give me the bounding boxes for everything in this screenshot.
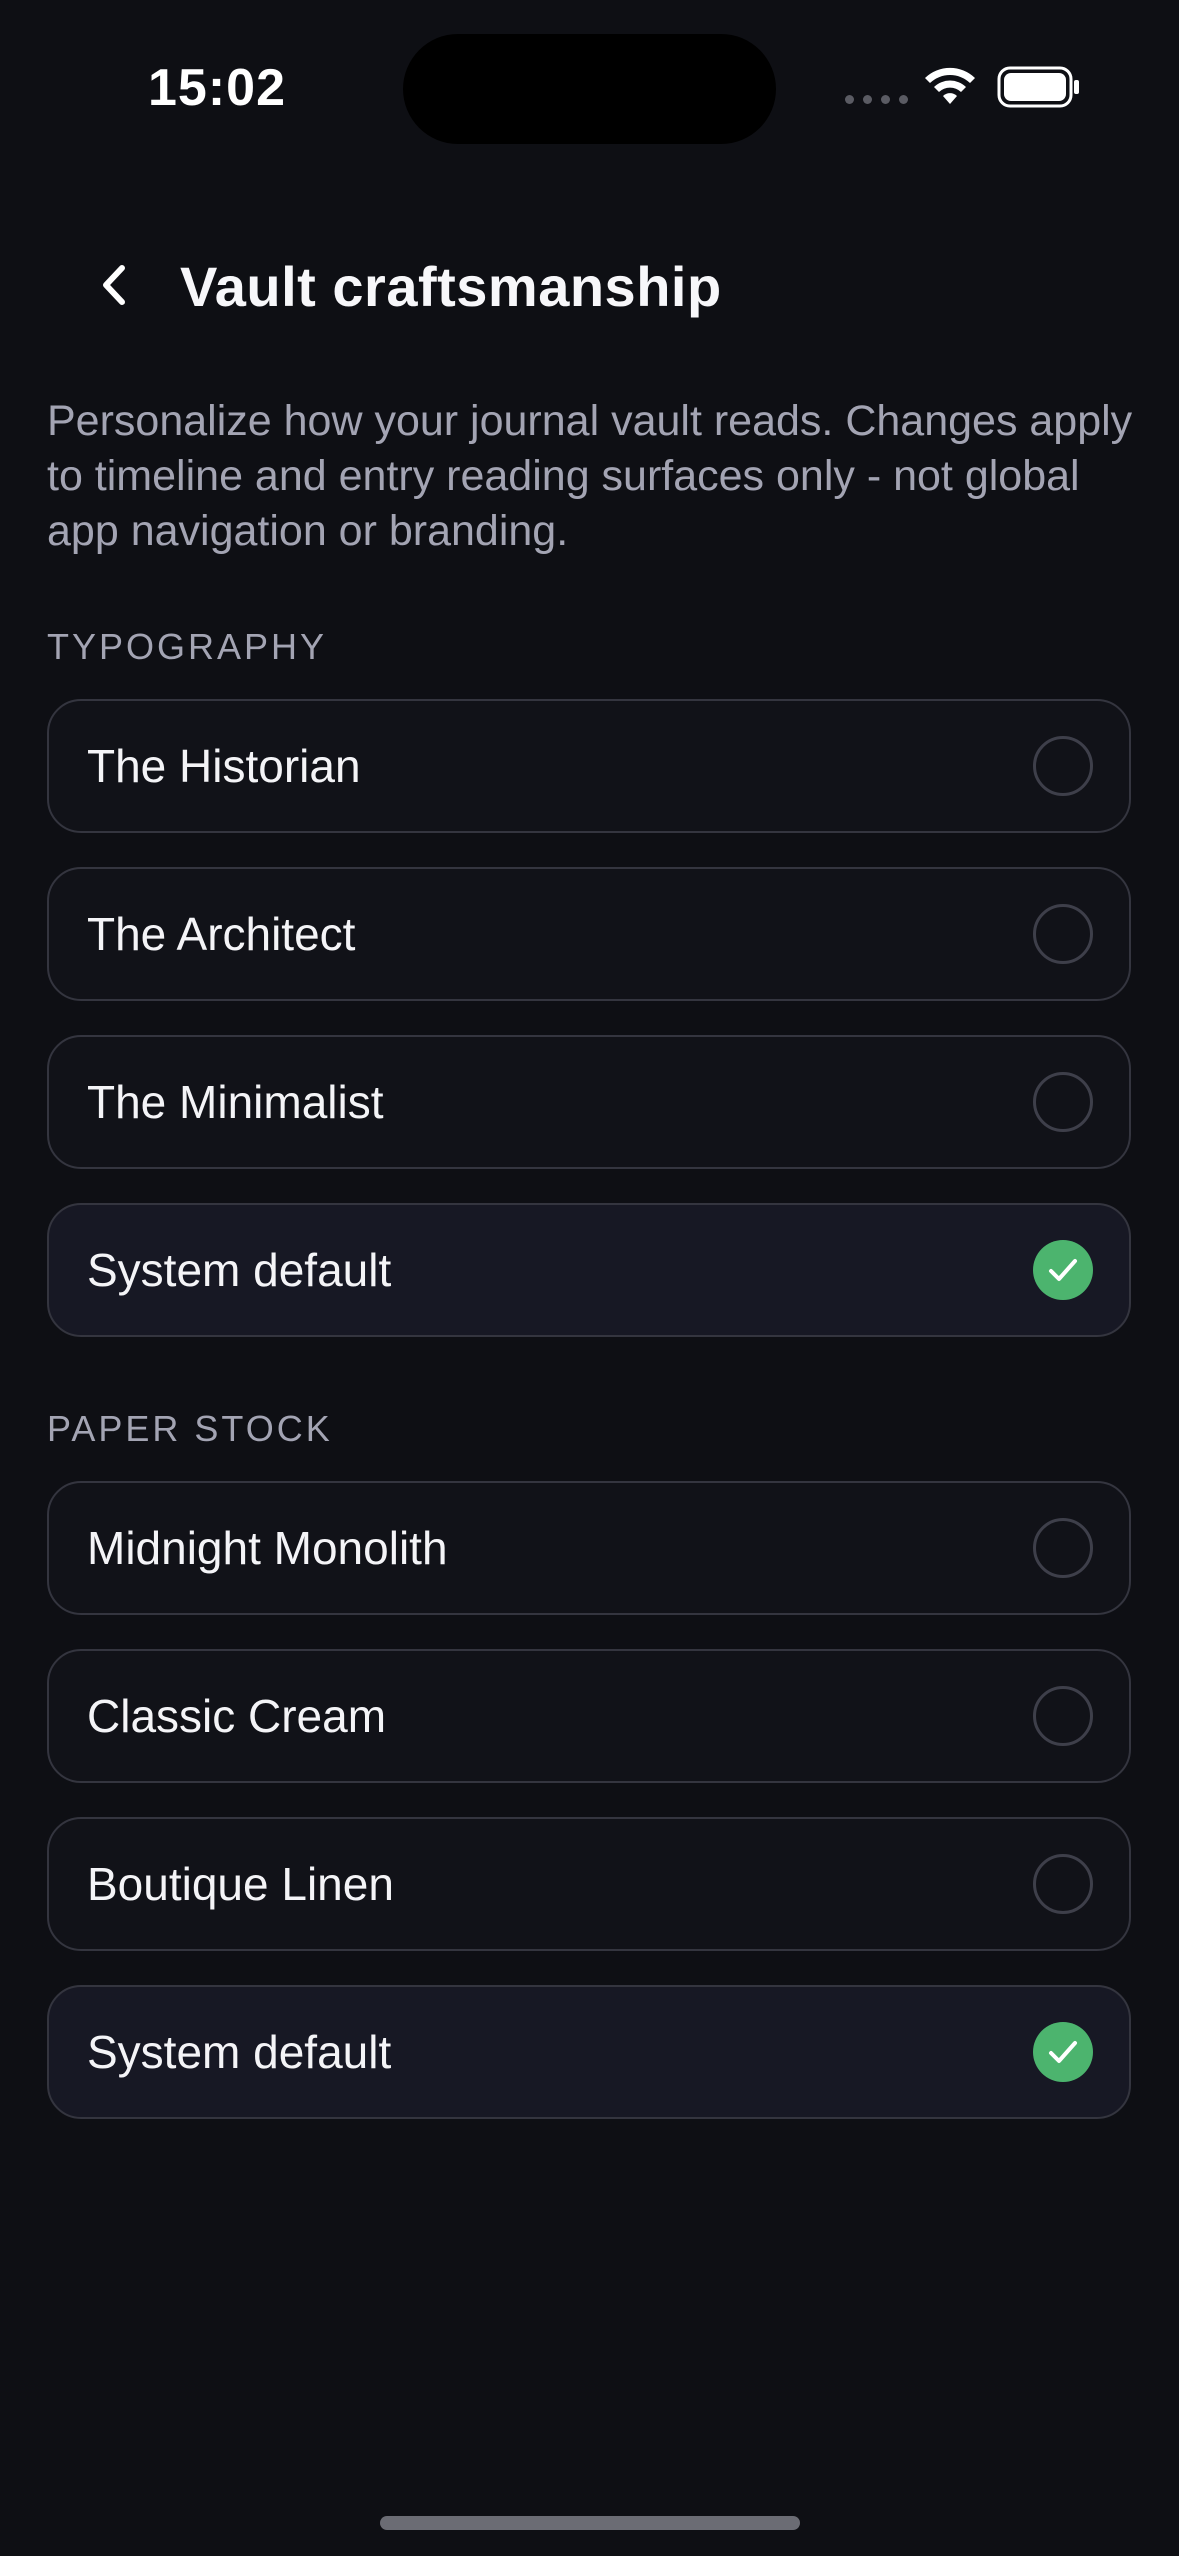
battery-icon	[997, 66, 1079, 108]
option-typography-system-default[interactable]: System default	[47, 1203, 1131, 1337]
status-time: 15:02	[148, 59, 286, 117]
option-label: The Architect	[87, 908, 356, 960]
chevron-left-icon	[103, 265, 125, 305]
option-label: System default	[87, 1244, 392, 1296]
option-label: Classic Cream	[87, 1690, 387, 1742]
radio-unchecked-icon	[1033, 904, 1093, 964]
option-label: The Historian	[87, 740, 361, 792]
page-title: Vault craftsmanship	[180, 255, 722, 318]
radio-unchecked-icon	[1033, 1854, 1093, 1914]
nav-header: Vault craftsmanship	[0, 232, 1179, 342]
checkmark-icon	[1033, 1240, 1093, 1300]
option-label: The Minimalist	[87, 1076, 384, 1128]
radio-unchecked-icon	[1033, 1072, 1093, 1132]
checkmark-icon	[1033, 2022, 1093, 2082]
option-paper-midnight-monolith[interactable]: Midnight Monolith	[47, 1481, 1131, 1615]
home-indicator[interactable]	[380, 2516, 800, 2530]
settings-screen: 15:02 Vault craftsmanship Personalize ho…	[0, 0, 1179, 2556]
option-typography-architect[interactable]: The Architect	[47, 867, 1131, 1001]
section-label-typography: TYPOGRAPHY	[47, 626, 328, 667]
section-label-paper-stock: PAPER STOCK	[47, 1408, 333, 1449]
option-paper-classic-cream[interactable]: Classic Cream	[47, 1649, 1131, 1783]
option-paper-system-default[interactable]: System default	[47, 1985, 1131, 2119]
option-typography-historian[interactable]: The Historian	[47, 699, 1131, 833]
option-label: Midnight Monolith	[87, 1522, 448, 1574]
page-description: Personalize how your journal vault reads…	[47, 397, 1133, 555]
option-paper-boutique-linen[interactable]: Boutique Linen	[47, 1817, 1131, 1951]
status-bar: 15:02	[0, 0, 1179, 170]
option-label: Boutique Linen	[87, 1858, 394, 1910]
back-button[interactable]	[80, 252, 146, 318]
option-typography-minimalist[interactable]: The Minimalist	[47, 1035, 1131, 1169]
radio-unchecked-icon	[1033, 736, 1093, 796]
option-label: System default	[87, 2026, 392, 2078]
cellular-signal-icon	[845, 95, 908, 104]
dynamic-island	[403, 34, 776, 144]
radio-unchecked-icon	[1033, 1518, 1093, 1578]
radio-unchecked-icon	[1033, 1686, 1093, 1746]
wifi-icon	[925, 67, 975, 104]
